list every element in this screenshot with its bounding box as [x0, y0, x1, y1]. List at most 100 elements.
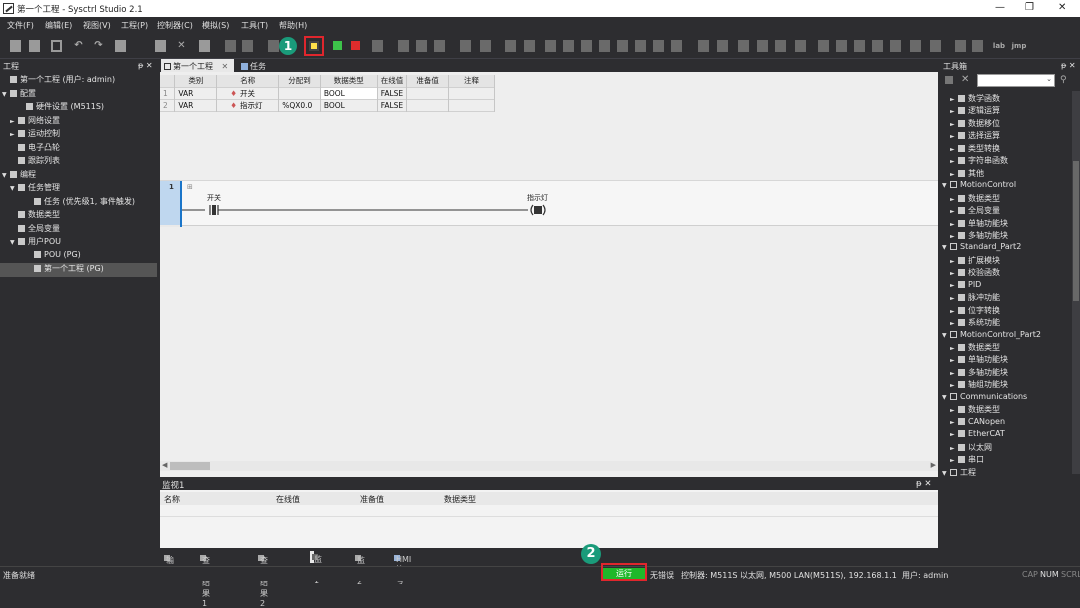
contact-nc-icon[interactable] — [563, 40, 574, 52]
toolbox-tree-item[interactable]: ► 多轴功能块 — [940, 367, 1072, 379]
project-tree-item[interactable]: 第一个工程 (PG) — [0, 263, 157, 277]
group-icon[interactable] — [930, 40, 941, 52]
toolbox-tree-item[interactable]: ► PID — [940, 280, 1072, 292]
chevron-down-icon[interactable]: ▼ — [942, 394, 950, 401]
reset-icon[interactable] — [372, 40, 383, 52]
chevron-right-icon[interactable]: ► — [950, 282, 958, 289]
toolbox-tree-item[interactable]: ► 其他 — [940, 168, 1072, 180]
branch-icon[interactable] — [505, 40, 516, 52]
toolbox-tree-item[interactable]: ► 串口 — [940, 454, 1072, 466]
toolbox-tree-item[interactable]: ► 以太网 — [940, 442, 1072, 454]
parallel-n-icon[interactable] — [671, 40, 682, 52]
toolbox-scrollbar[interactable] — [1072, 91, 1080, 474]
rebuild-icon[interactable] — [242, 40, 253, 52]
toolbox-tree-item[interactable]: ► EtherCAT — [940, 429, 1072, 441]
toolbox-tree-item[interactable]: ► 选择运算 — [940, 130, 1072, 142]
toolbox-tree-item[interactable]: ► 单轴功能块 — [940, 218, 1072, 230]
undo-icon[interactable]: ↶ — [73, 40, 84, 52]
new-file-icon[interactable] — [10, 40, 21, 52]
parallel-p-icon[interactable] — [653, 40, 664, 52]
project-tree-item[interactable]: 任务 (优先级1, 事件触发) — [0, 196, 157, 210]
chevron-right-icon[interactable]: ► — [950, 208, 958, 215]
menu-tools[interactable]: 工具(T) — [241, 20, 268, 31]
distribute-icon[interactable] — [910, 40, 921, 52]
chevron-right-icon[interactable]: ► — [950, 158, 958, 165]
toolbox-tree-item[interactable]: ► 数学函数 — [940, 93, 1072, 105]
toolbox-tree-item[interactable]: ► 数据移位 — [940, 118, 1072, 130]
project-tree-item[interactable]: 硬件设置 (M511S) — [0, 101, 157, 115]
project-tree-item[interactable]: ► 运动控制 — [0, 128, 157, 142]
label-button[interactable]: lab — [991, 40, 1007, 52]
align-center-icon[interactable] — [890, 40, 901, 52]
chevron-right-icon[interactable]: ► — [10, 118, 18, 125]
sort-icon[interactable] — [945, 76, 953, 84]
parallel-nc-icon[interactable] — [635, 40, 646, 52]
toolbox-tree-item[interactable]: ► 数据类型 — [940, 404, 1072, 416]
chevron-right-icon[interactable]: ► — [950, 419, 958, 426]
project-tree-item[interactable]: ▼ 用户POU — [0, 236, 157, 250]
align-left-icon[interactable] — [818, 40, 829, 52]
toolbox-tree-item[interactable]: ► 扩展模块 — [940, 255, 1072, 267]
project-tree-item[interactable]: 跟踪列表 — [0, 155, 157, 169]
chevron-right-icon[interactable]: ► — [950, 171, 958, 178]
run-icon[interactable] — [333, 41, 342, 50]
chevron-right-icon[interactable]: ► — [950, 445, 958, 452]
chevron-right-icon[interactable]: ► — [950, 233, 958, 240]
coil-neg-icon[interactable] — [757, 40, 768, 52]
align-right-icon[interactable] — [836, 40, 847, 52]
tab-first-project[interactable]: 第一个工程 ✕ — [161, 59, 234, 72]
toolbox-tree-item[interactable]: ► 校验函数 — [940, 267, 1072, 279]
toolbox-tree-item[interactable]: ► 系统功能 — [940, 317, 1072, 329]
coil-set-icon[interactable] — [775, 40, 786, 52]
project-tree-item[interactable]: ▼ 任务管理 — [0, 182, 157, 196]
paste-icon[interactable] — [155, 40, 166, 52]
toolbox-tree-item[interactable]: ► 多轴功能块 — [940, 230, 1072, 242]
chevron-down-icon[interactable]: ▼ — [10, 239, 18, 246]
contact-no-icon[interactable] — [545, 40, 556, 52]
pin-close-icon[interactable]: ᵽ ✕ — [138, 61, 153, 70]
toolbox-tree-item[interactable]: ► 轴组功能块 — [940, 379, 1072, 391]
menu-view[interactable]: 视图(V) — [83, 20, 111, 31]
chevron-right-icon[interactable]: ► — [950, 121, 958, 128]
menu-help[interactable]: 帮助(H) — [279, 20, 307, 31]
step-over-icon[interactable] — [416, 40, 427, 52]
stop-icon[interactable] — [351, 41, 360, 50]
minimize-icon[interactable]: — — [995, 2, 1005, 13]
copy-icon[interactable] — [115, 40, 126, 52]
tab-close-icon[interactable]: ✕ — [222, 62, 229, 71]
compile-icon[interactable] — [199, 40, 210, 52]
chevron-down-icon[interactable]: ▼ — [2, 91, 10, 98]
box-icon[interactable] — [698, 40, 709, 52]
chevron-down-icon[interactable]: ⌄ — [1046, 75, 1052, 83]
contact-p-icon[interactable] — [581, 40, 592, 52]
build-icon[interactable] — [225, 40, 236, 52]
coil-icon[interactable] — [738, 40, 749, 52]
close-icon[interactable]: ✕ — [1058, 2, 1066, 13]
menu-simulate[interactable]: 模拟(S) — [202, 20, 229, 31]
chevron-down-icon[interactable]: ▼ — [942, 470, 950, 477]
project-tree-item[interactable]: 数据类型 — [0, 209, 157, 223]
parallel-branch-icon[interactable] — [524, 40, 535, 52]
toolbox-tree-item[interactable]: ▼ 工程 — [940, 467, 1072, 479]
chevron-right-icon[interactable]: ► — [950, 457, 958, 464]
chevron-right-icon[interactable]: ► — [950, 258, 958, 265]
chevron-right-icon[interactable]: ► — [950, 295, 958, 302]
chevron-right-icon[interactable]: ► — [950, 320, 958, 327]
menu-controller[interactable]: 控制器(C) — [157, 20, 193, 31]
save-icon[interactable] — [51, 40, 62, 52]
chevron-right-icon[interactable]: ► — [950, 196, 958, 203]
project-tree-item[interactable]: POU (PG) — [0, 250, 157, 264]
jump-button[interactable]: jmp — [1011, 40, 1027, 52]
toolbox-tree-item[interactable]: ► 数据类型 — [940, 342, 1072, 354]
ladder-network[interactable]: 1 ⊞ 开关 指示灯 — [160, 180, 938, 227]
chevron-right-icon[interactable]: ► — [950, 407, 958, 414]
chevron-right-icon[interactable]: ► — [950, 431, 958, 438]
chevron-down-icon[interactable]: ▼ — [942, 244, 950, 251]
open-folder-icon[interactable] — [29, 40, 40, 52]
toolbox-tree-item[interactable]: ▼ MotionControl_Part2 — [940, 330, 1072, 342]
search-icon[interactable]: ⚲ — [1060, 75, 1067, 85]
project-tree-item[interactable]: 电子凸轮 — [0, 142, 157, 156]
step-icon[interactable] — [398, 40, 409, 52]
toolbox-tree-item[interactable]: ▼ Standard_Part2 — [940, 242, 1072, 254]
chevron-right-icon[interactable]: ► — [950, 108, 958, 115]
